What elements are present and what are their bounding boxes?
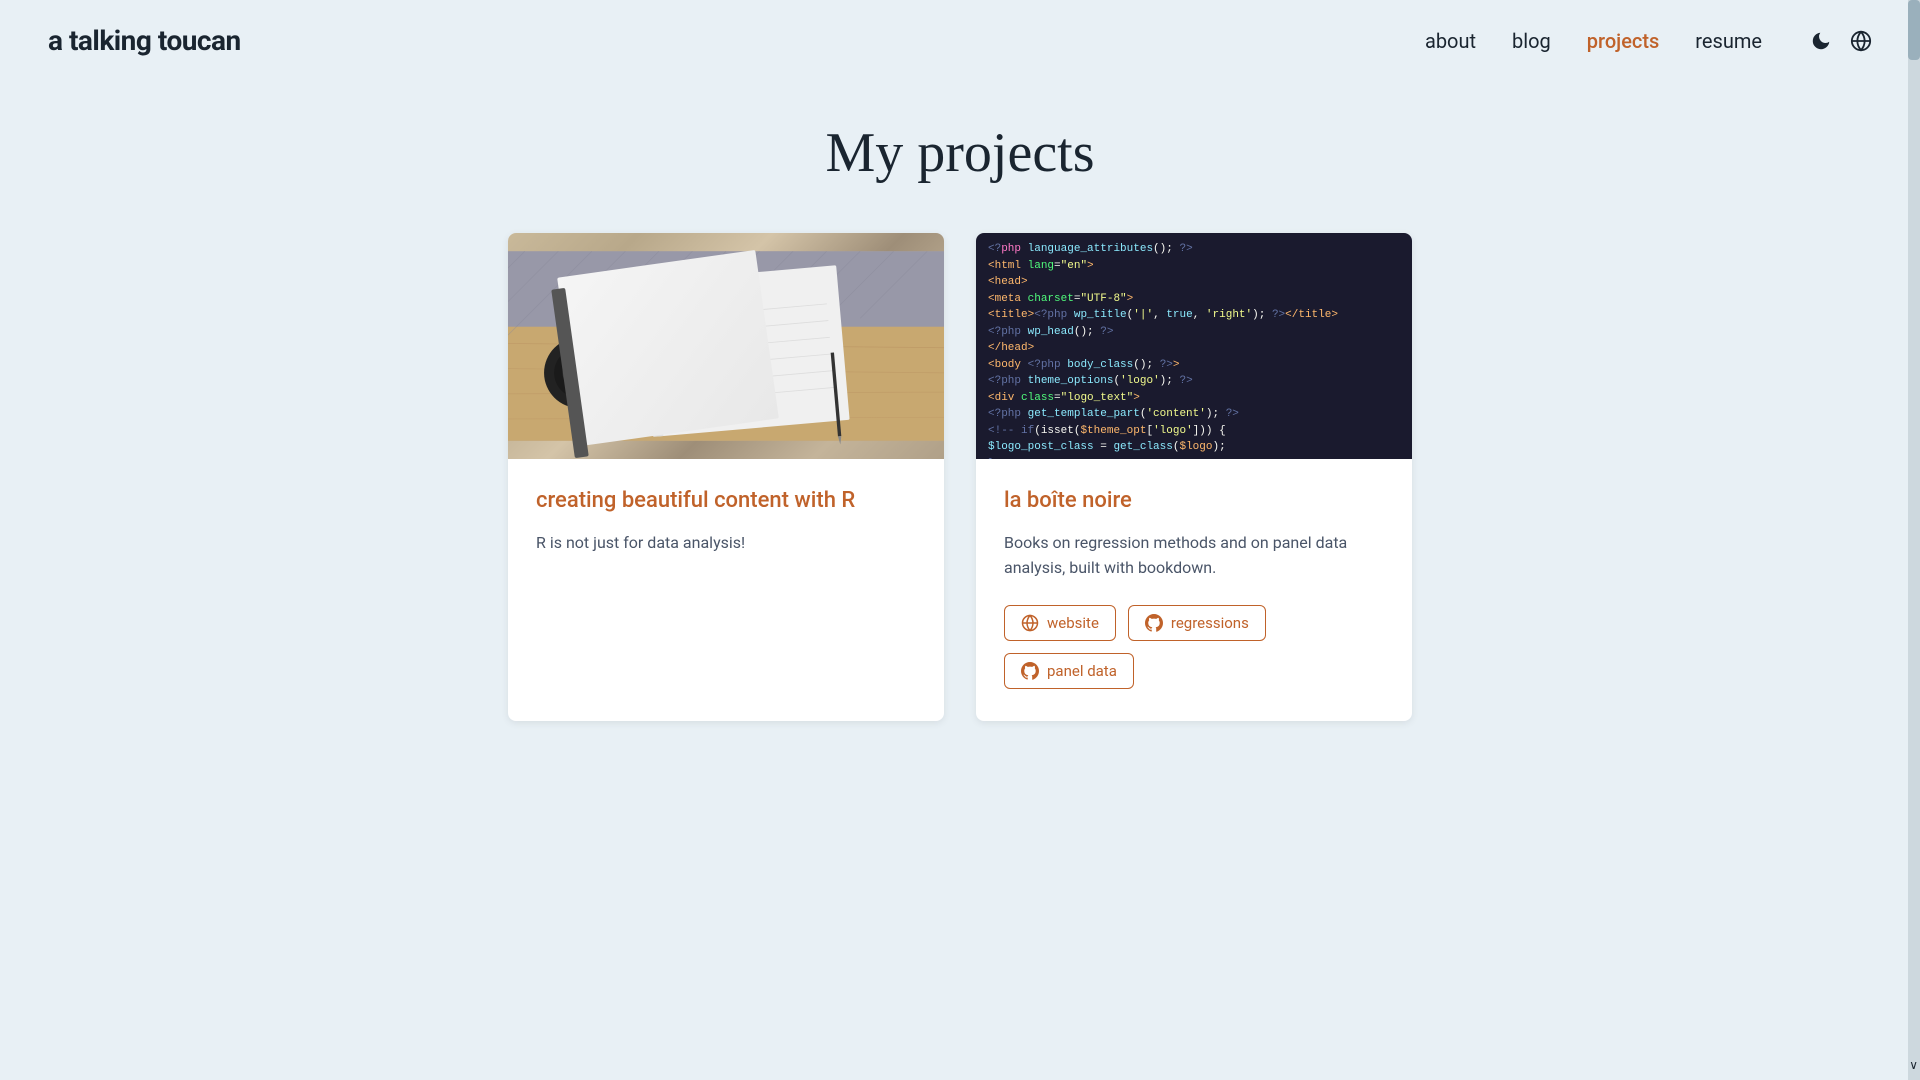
website-icon <box>1021 614 1039 632</box>
nav-link-resume[interactable]: resume <box>1695 29 1762 53</box>
site-title[interactable]: a talking toucan <box>48 24 241 57</box>
moon-icon <box>1810 30 1832 52</box>
project-card-r-content: creating beautiful content with R R is n… <box>508 233 944 721</box>
link-website[interactable]: website <box>1004 605 1116 641</box>
language-selector[interactable] <box>1850 30 1872 52</box>
notebook-svg <box>508 233 944 459</box>
project-r-content-body: creating beautiful content with R R is n… <box>508 459 944 611</box>
project-boite-noire-title: la boîte noire <box>1004 487 1384 516</box>
main-nav: about blog projects resume <box>1425 29 1872 53</box>
project-boite-noire-image: <?php language_attributes(); ?> <html la… <box>976 233 1412 459</box>
project-r-content-title: creating beautiful content with R <box>536 487 916 516</box>
scrollbar-track[interactable] <box>1908 0 1920 1080</box>
link-regressions[interactable]: regressions <box>1128 605 1266 641</box>
project-r-content-image <box>508 233 944 459</box>
project-boite-noire-links: website regressions panel data <box>1004 605 1384 689</box>
project-r-content-description: R is not just for data analysis! <box>536 530 916 556</box>
project-boite-noire-body: la boîte noire Books on regression metho… <box>976 459 1412 721</box>
dark-mode-toggle[interactable] <box>1810 30 1832 52</box>
link-panel-data[interactable]: panel data <box>1004 653 1134 689</box>
globe-icon <box>1850 30 1872 52</box>
scrollbar-thumb[interactable] <box>1908 0 1920 60</box>
nav-link-blog[interactable]: blog <box>1512 29 1551 53</box>
project-boite-noire-description: Books on regression methods and on panel… <box>1004 530 1384 581</box>
main-content: My projects <box>460 81 1460 801</box>
nav-link-projects[interactable]: projects <box>1587 29 1660 53</box>
github-icon-panel-data <box>1021 662 1039 680</box>
projects-grid: creating beautiful content with R R is n… <box>508 233 1412 721</box>
nav-icon-group <box>1810 30 1872 52</box>
project-card-boite-noire: <?php language_attributes(); ?> <html la… <box>976 233 1412 721</box>
scroll-down-arrow[interactable]: ∨ <box>1909 1058 1918 1072</box>
page-title: My projects <box>508 121 1412 185</box>
nav-link-about[interactable]: about <box>1425 29 1476 53</box>
github-icon-regressions <box>1145 614 1163 632</box>
site-header: a talking toucan about blog projects res… <box>0 0 1920 81</box>
